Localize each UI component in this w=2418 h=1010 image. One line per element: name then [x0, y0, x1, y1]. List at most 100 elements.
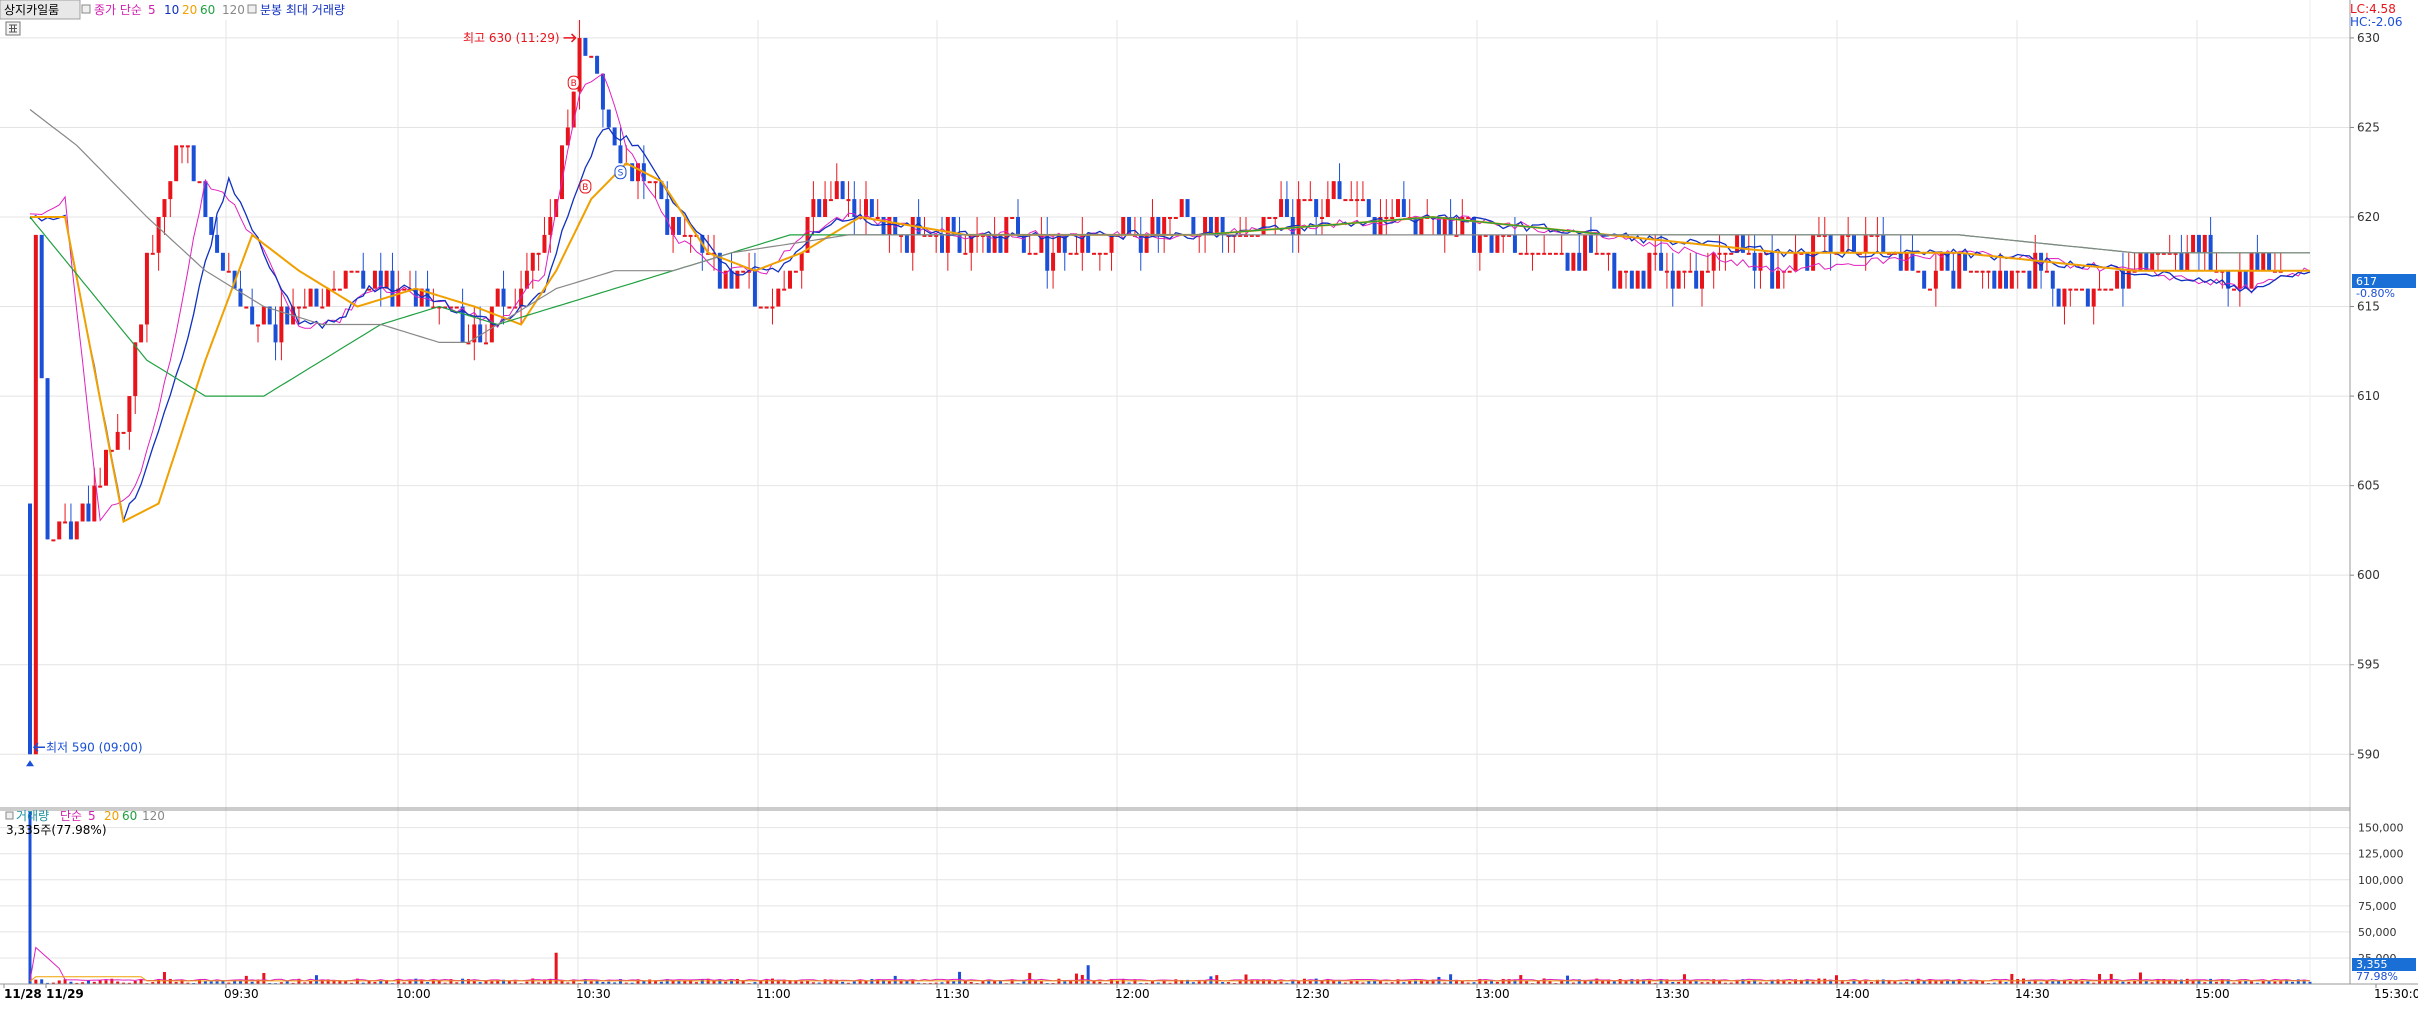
- candle-body: [2261, 252, 2266, 271]
- candle-body: [2191, 234, 2196, 253]
- candle-body: [1016, 217, 1020, 235]
- candle-body: [1390, 217, 1395, 219]
- ma-label: 종가 단순: [94, 3, 142, 17]
- candle-body: [1664, 270, 1669, 273]
- price-tick-label: 620: [2357, 210, 2380, 224]
- candle-body: [600, 73, 605, 110]
- candle-body: [735, 270, 740, 289]
- candle-body: [875, 217, 880, 219]
- candle-body: [314, 288, 319, 307]
- legend-box-icon[interactable]: [247, 4, 257, 14]
- candle-body: [1624, 270, 1628, 273]
- candle-body: [653, 181, 658, 184]
- candle-body: [507, 306, 512, 309]
- candle-body: [1051, 252, 1056, 271]
- candle-body: [1618, 270, 1623, 289]
- low-marker-icon: [26, 760, 34, 767]
- candle-body: [1571, 252, 1576, 271]
- candle-body: [1565, 252, 1570, 271]
- candle-body: [1121, 217, 1126, 235]
- volume-bar: [1074, 973, 1078, 984]
- volume-bar: [1753, 979, 1757, 984]
- candle-body: [595, 55, 600, 74]
- candle-body: [372, 270, 377, 289]
- high-annotation: 최고 630 (11:29): [463, 31, 560, 45]
- candle-body: [1325, 199, 1330, 217]
- candle-body: [2115, 270, 2120, 289]
- candle-body: [484, 342, 488, 345]
- volume-tick-label: 150,000: [2358, 822, 2404, 835]
- candle-body: [904, 234, 909, 253]
- candle-body: [1442, 217, 1447, 235]
- time-tick-label: 12:30: [1295, 987, 1330, 1001]
- sell-marker[interactable]: S: [614, 165, 627, 180]
- candle-body: [1045, 234, 1050, 271]
- candle-body: [1419, 217, 1424, 235]
- candle-body: [1641, 270, 1646, 289]
- candle-body: [1776, 270, 1780, 289]
- candle-body: [1916, 270, 1921, 273]
- candle-body: [220, 252, 225, 271]
- volume-bar: [2138, 972, 2142, 984]
- candle-body: [478, 324, 483, 343]
- grid-layer: [0, 0, 2350, 984]
- volume-value: 3,335주(77.98%): [6, 823, 107, 837]
- candle-body: [1027, 252, 1032, 255]
- candle-body: [1986, 270, 1991, 273]
- candle-body: [1659, 252, 1664, 271]
- moving-average-layer: [29, 72, 2311, 982]
- candle-body: [542, 234, 547, 253]
- candle-body: [1010, 217, 1015, 219]
- candle-body: [1314, 199, 1319, 217]
- volume-bar: [466, 979, 470, 984]
- candle-body: [320, 306, 325, 309]
- candle-body: [1852, 234, 1856, 253]
- stock-name[interactable]: 상지카일룸: [4, 3, 59, 17]
- time-tick-label: 14:30: [2015, 987, 2050, 1001]
- candle-body: [1068, 252, 1073, 255]
- candle-body: [1647, 252, 1652, 289]
- candle-body: [2237, 270, 2242, 289]
- volume-bar: [314, 975, 318, 984]
- candle-body: [1653, 252, 1658, 255]
- candle-body: [1922, 270, 1927, 289]
- candle-body: [1682, 270, 1687, 273]
- candle-body: [250, 306, 255, 325]
- legend-box-icon[interactable]: [81, 4, 91, 14]
- candle-body: [1904, 252, 1909, 271]
- candle-body: [1384, 217, 1389, 219]
- candle-body: [139, 324, 144, 343]
- buy-marker-2[interactable]: B: [579, 179, 592, 194]
- volume-legend-box-icon[interactable]: [5, 811, 14, 820]
- time-tick-label: 14:00: [1835, 987, 1870, 1001]
- hc-value: HC:-2.06: [2350, 15, 2403, 29]
- time-tick-label: 11:00: [756, 987, 791, 1001]
- candle-body: [1092, 252, 1096, 255]
- candle-body: [133, 342, 138, 397]
- candle-body: [1711, 252, 1716, 271]
- volume-bar: [765, 979, 769, 984]
- volume-bar: [2185, 978, 2189, 984]
- candle-body: [799, 252, 804, 271]
- price-tick-label: 630: [2357, 31, 2380, 45]
- volume-bar: [168, 978, 172, 984]
- candle-body: [355, 270, 360, 273]
- candle-body: [2267, 252, 2272, 271]
- current-price-badge: 617 -0.80%: [2352, 274, 2416, 300]
- volume-ma-20: [29, 976, 2310, 982]
- candle-body: [583, 37, 588, 56]
- candle-body: [782, 288, 787, 291]
- candle-body: [361, 270, 366, 289]
- time-tick-label: 11/29: [46, 987, 84, 1001]
- candle-body: [647, 181, 652, 184]
- candle-body: [197, 181, 202, 184]
- candle-body: [2109, 288, 2114, 291]
- candle-body: [1033, 252, 1038, 255]
- volume-bar: [2098, 973, 2102, 984]
- candle-body: [256, 324, 260, 327]
- candle-body: [688, 234, 693, 237]
- candle-body: [57, 521, 62, 540]
- candle-body: [536, 252, 541, 255]
- buy-marker-1[interactable]: B: [567, 75, 580, 90]
- candle-body: [1191, 217, 1196, 235]
